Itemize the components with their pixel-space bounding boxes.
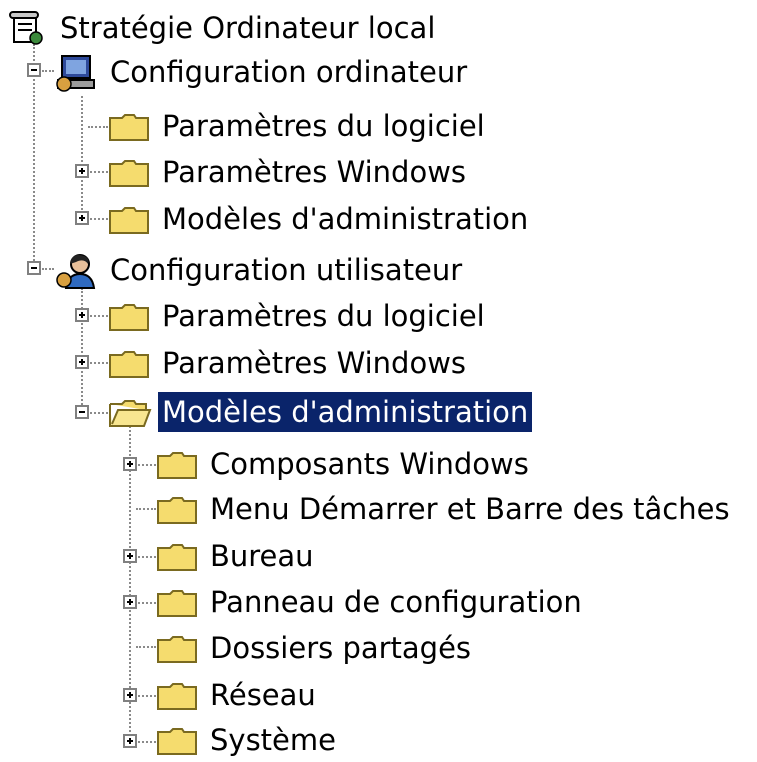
folder-icon (157, 544, 197, 571)
tree-item-label: Menu Démarrer et Barre des tâches (210, 492, 730, 526)
tree-line (138, 602, 156, 604)
folder-icon (109, 114, 149, 141)
tree-line (33, 44, 35, 268)
tree-item-start-menu-taskbar[interactable]: Menu Démarrer et Barre des tâches (156, 487, 734, 531)
folder-icon (157, 636, 197, 663)
collapse-toggle[interactable] (75, 405, 89, 419)
collapse-toggle[interactable] (27, 261, 41, 275)
tree-line (90, 362, 108, 364)
tree-item-label: Configuration ordinateur (110, 55, 468, 89)
tree-item-shared-folders[interactable]: Dossiers partagés (156, 626, 475, 670)
folder-icon (157, 497, 197, 524)
tree-item-user-windows-settings[interactable]: Paramètres Windows (108, 341, 470, 385)
tree-item-network[interactable]: Réseau (156, 673, 320, 717)
tree-item-label: Composants Windows (210, 447, 529, 481)
tree-item-label: Modèles d'administration (162, 202, 529, 236)
folder-icon (157, 683, 197, 710)
policy-scroll-icon (9, 11, 43, 45)
tree-line (42, 70, 54, 72)
tree-item-user-admin-templates[interactable]: Modèles d'administration (108, 390, 533, 434)
tree-line (90, 218, 108, 220)
tree-item-control-panel[interactable]: Panneau de configuration (156, 580, 586, 624)
expand-toggle[interactable] (75, 355, 89, 369)
tree-line (90, 171, 108, 173)
tree-item-label: Système (210, 723, 336, 757)
expand-toggle[interactable] (123, 549, 137, 563)
tree-item-label: Panneau de configuration (210, 585, 582, 619)
expand-toggle[interactable] (123, 734, 137, 748)
tree-line (138, 556, 156, 558)
expand-toggle[interactable] (123, 457, 137, 471)
tree-item-computer-software-settings[interactable]: Paramètres du logiciel (108, 104, 489, 148)
computer-config-icon (56, 55, 95, 92)
folder-icon (157, 452, 197, 479)
collapse-toggle[interactable] (27, 63, 41, 77)
expand-toggle[interactable] (123, 595, 137, 609)
tree-line (138, 464, 156, 466)
tree-line (138, 695, 156, 697)
tree-item-label: Paramètres Windows (162, 346, 467, 380)
tree-item-user-config[interactable]: Configuration utilisateur (54, 248, 466, 292)
tree-line (81, 96, 83, 218)
tree-line (88, 126, 108, 128)
tree-item-desktop[interactable]: Bureau (156, 534, 318, 578)
policy-tree: Stratégie Ordinateur local Configuration… (0, 0, 757, 760)
tree-item-label: Dossiers partagés (210, 631, 472, 665)
tree-line (138, 741, 156, 743)
expand-toggle[interactable] (123, 688, 137, 702)
folder-icon (109, 207, 149, 234)
tree-item-label-selected: Modèles d'administration (158, 392, 533, 432)
tree-item-label: Paramètres du logiciel (162, 109, 485, 143)
tree-item-system[interactable]: Système (156, 718, 340, 762)
folder-icon (157, 728, 197, 755)
tree-line (90, 315, 108, 317)
tree-line (136, 508, 156, 510)
user-config-icon (56, 254, 96, 289)
tree-item-user-software-settings[interactable]: Paramètres du logiciel (108, 294, 489, 338)
tree-item-windows-components[interactable]: Composants Windows (156, 442, 533, 486)
tree-item-root[interactable]: Stratégie Ordinateur local (6, 6, 439, 50)
tree-line (42, 268, 54, 270)
folder-icon (109, 351, 149, 378)
tree-item-computer-config[interactable]: Configuration ordinateur (54, 50, 471, 94)
tree-item-label: Paramètres du logiciel (162, 299, 485, 333)
tree-line (136, 646, 156, 648)
tree-item-label: Configuration utilisateur (110, 253, 463, 287)
tree-item-label: Paramètres Windows (162, 155, 467, 189)
folder-icon (109, 160, 149, 187)
expand-toggle[interactable] (75, 308, 89, 322)
tree-item-label: Stratégie Ordinateur local (60, 11, 436, 45)
folder-icon (157, 590, 197, 617)
tree-item-label: Bureau (210, 539, 314, 573)
tree-item-computer-admin-templates[interactable]: Modèles d'administration (108, 197, 532, 241)
expand-toggle[interactable] (75, 164, 89, 178)
tree-item-label: Réseau (210, 678, 316, 712)
folder-icon (109, 304, 149, 331)
tree-line (81, 288, 83, 412)
expand-toggle[interactable] (75, 211, 89, 225)
tree-item-computer-windows-settings[interactable]: Paramètres Windows (108, 150, 470, 194)
folder-open-icon (109, 400, 152, 427)
tree-line (90, 412, 108, 414)
